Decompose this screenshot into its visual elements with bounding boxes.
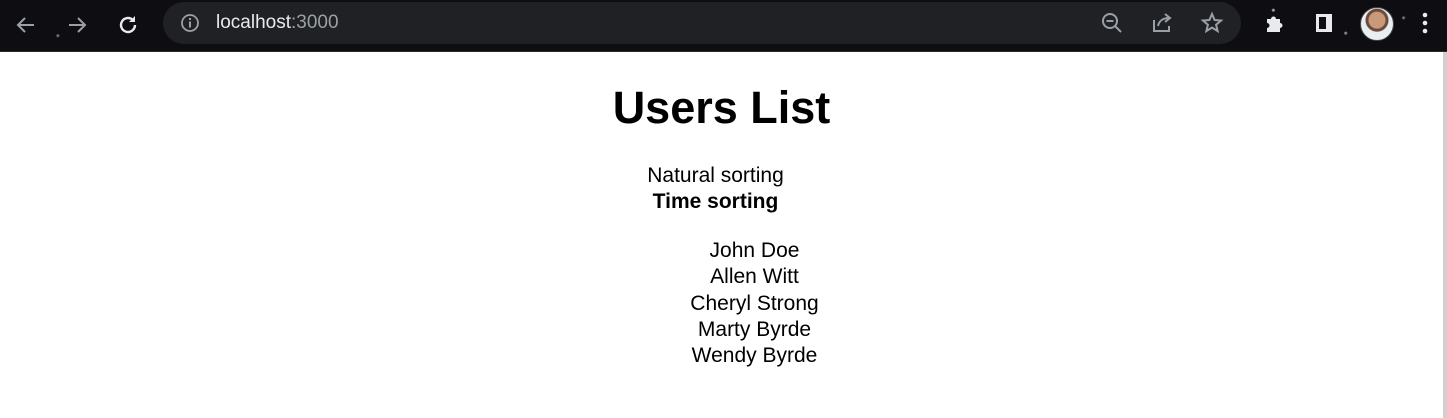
scrollbar[interactable] [1443,52,1447,418]
list-item: Cheryl Strong [690,291,819,315]
url-host: localhost [216,12,291,33]
more-menu-icon[interactable] [1417,9,1433,37]
info-icon[interactable] [180,13,200,33]
back-arrow-icon[interactable] [9,8,43,42]
time-sorting-option[interactable]: Time sorting [0,189,1431,215]
users-list: John Doe Allen Witt Cheryl Strong Marty … [0,238,1443,369]
share-icon[interactable] [1150,11,1174,35]
page-title: Users List [612,82,831,133]
sort-options: Natural sorting Time sorting [0,163,1443,215]
list-item: Marty Byrde [697,317,812,341]
list-item: Wendy Byrde [691,344,818,368]
bookmark-star-icon[interactable] [1200,11,1224,35]
natural-sorting-option[interactable]: Natural sorting [0,163,1431,189]
list-item: John Doe [709,239,800,262]
address-bar[interactable]: localhost:3000 [163,2,1241,44]
side-panel-icon[interactable] [1310,9,1338,37]
profile-avatar[interactable] [1360,7,1394,41]
list-item: Allen Witt [710,265,799,289]
page-content: Users List Natural sorting Time sorting … [0,52,1443,418]
forward-arrow-icon[interactable] [60,8,94,42]
url-port: :3000 [291,12,339,33]
url-text[interactable]: localhost:3000 [216,12,339,34]
extensions-puzzle-icon[interactable] [1261,9,1289,37]
reload-icon[interactable] [111,8,145,42]
zoom-out-icon[interactable] [1100,11,1124,35]
browser-toolbar: localhost:3000 [0,0,1447,52]
